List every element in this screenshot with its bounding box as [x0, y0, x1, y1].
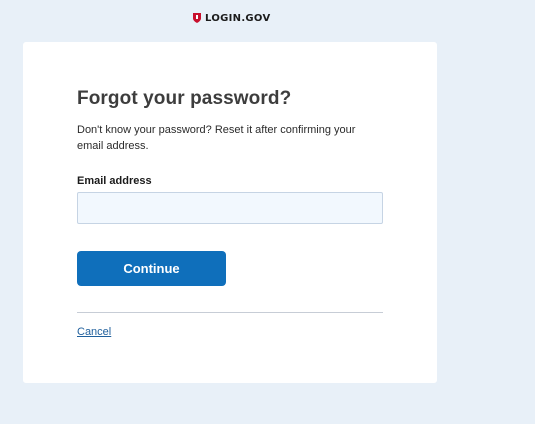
cancel-link[interactable]: Cancel: [77, 326, 111, 338]
email-label: Email address: [77, 175, 152, 187]
brand-name[interactable]: LOGIN.GOV: [205, 13, 271, 24]
email-field[interactable]: [77, 192, 383, 224]
continue-button[interactable]: Continue: [77, 251, 226, 286]
page-title: Forgot your password?: [77, 88, 292, 109]
site-header: LOGIN.GOV: [193, 11, 271, 25]
shield-icon: [193, 13, 201, 23]
forgot-password-card: Forgot your password? Don't know your pa…: [23, 42, 437, 383]
intro-text: Don't know your password? Reset it after…: [77, 124, 356, 152]
divider: [77, 312, 383, 313]
